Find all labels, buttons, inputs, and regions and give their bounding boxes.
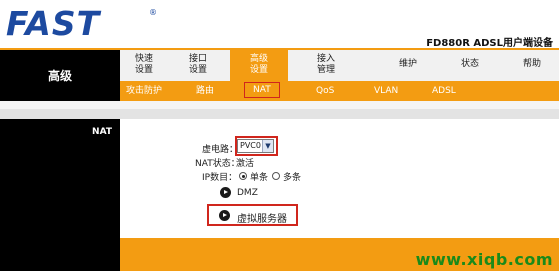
nat-status-label: NAT状态： [195,159,240,169]
tab-label-line2: 设置 [134,65,153,75]
content-area [120,119,559,238]
registered-mark: ® [149,8,157,17]
page-section-panel: NAT [0,119,120,238]
section-panel: 高级 [0,50,120,101]
radio-multi-label: 多条 [283,173,302,183]
watermark: www.xiqb.com [415,250,553,269]
subtab-vlan[interactable]: VLAN [374,84,398,98]
arrow-bullet-icon [220,187,231,198]
tab-label-line1: 快速 [134,54,153,64]
section-title: 高级 [47,69,72,83]
tab-label-line1: 接入 [316,54,335,64]
subtab-nat[interactable]: NAT [244,82,280,98]
nat-status-value: 激活 [236,159,255,169]
tab-quick-setup[interactable]: 快速 设置 [124,50,164,81]
radio-single-label: 单条 [250,173,269,183]
tab-label: 帮助 [522,59,541,69]
tab-help[interactable]: 帮助 [512,50,552,81]
tab-label-line2: 管理 [316,65,335,75]
device-model: FD880R ADSL用户端设备 [426,38,553,49]
chevron-down-icon[interactable]: ▼ [262,140,273,152]
subtab-qos[interactable]: QoS [316,84,334,98]
tab-status[interactable]: 状态 [450,50,490,81]
main-nav: 快速 设置 接口 设置 高级 设置 接入 管理 维护 状态 帮助 [120,50,559,81]
subtab-routing[interactable]: 路由 [196,84,214,98]
tab-label-line2: 设置 [188,65,207,75]
subtab-adsl[interactable]: ADSL [432,84,456,98]
vc-label: 虚电路： [202,145,239,155]
tab-label-line1: 接口 [188,54,207,64]
tab-label-line1: 高级 [249,54,268,64]
footer-left [0,238,120,271]
grey-band [0,109,559,119]
tab-maintenance[interactable]: 维护 [388,50,428,81]
radio-multi[interactable] [272,172,280,180]
arrow-bullet-icon [219,210,230,221]
tab-label-line2: 设置 [249,65,268,75]
subtab-attack-protection[interactable]: 攻击防护 [126,84,162,98]
sub-nav: 攻击防护 路由 NAT QoS VLAN ADSL [120,81,559,101]
fast-logo: FAST [6,4,101,43]
virtual-server-link[interactable]: 虚拟服务器 [237,210,287,225]
spacer-bar [0,101,559,109]
dmz-link[interactable]: DMZ [237,188,258,198]
tab-interface-setup[interactable]: 接口 设置 [178,50,218,81]
page-section-title: NAT [92,127,112,137]
tab-advanced-setup[interactable]: 高级 设置 [230,50,288,81]
tab-label: 维护 [398,59,417,69]
radio-single[interactable] [239,172,247,180]
vc-select[interactable]: PVC0 ▼ [237,139,274,153]
tab-access-management[interactable]: 接入 管理 [306,50,346,81]
tab-label: 状态 [460,59,479,69]
vc-select-value: PVC0 [240,141,261,150]
ip-count-label: IP数目： [202,173,238,183]
